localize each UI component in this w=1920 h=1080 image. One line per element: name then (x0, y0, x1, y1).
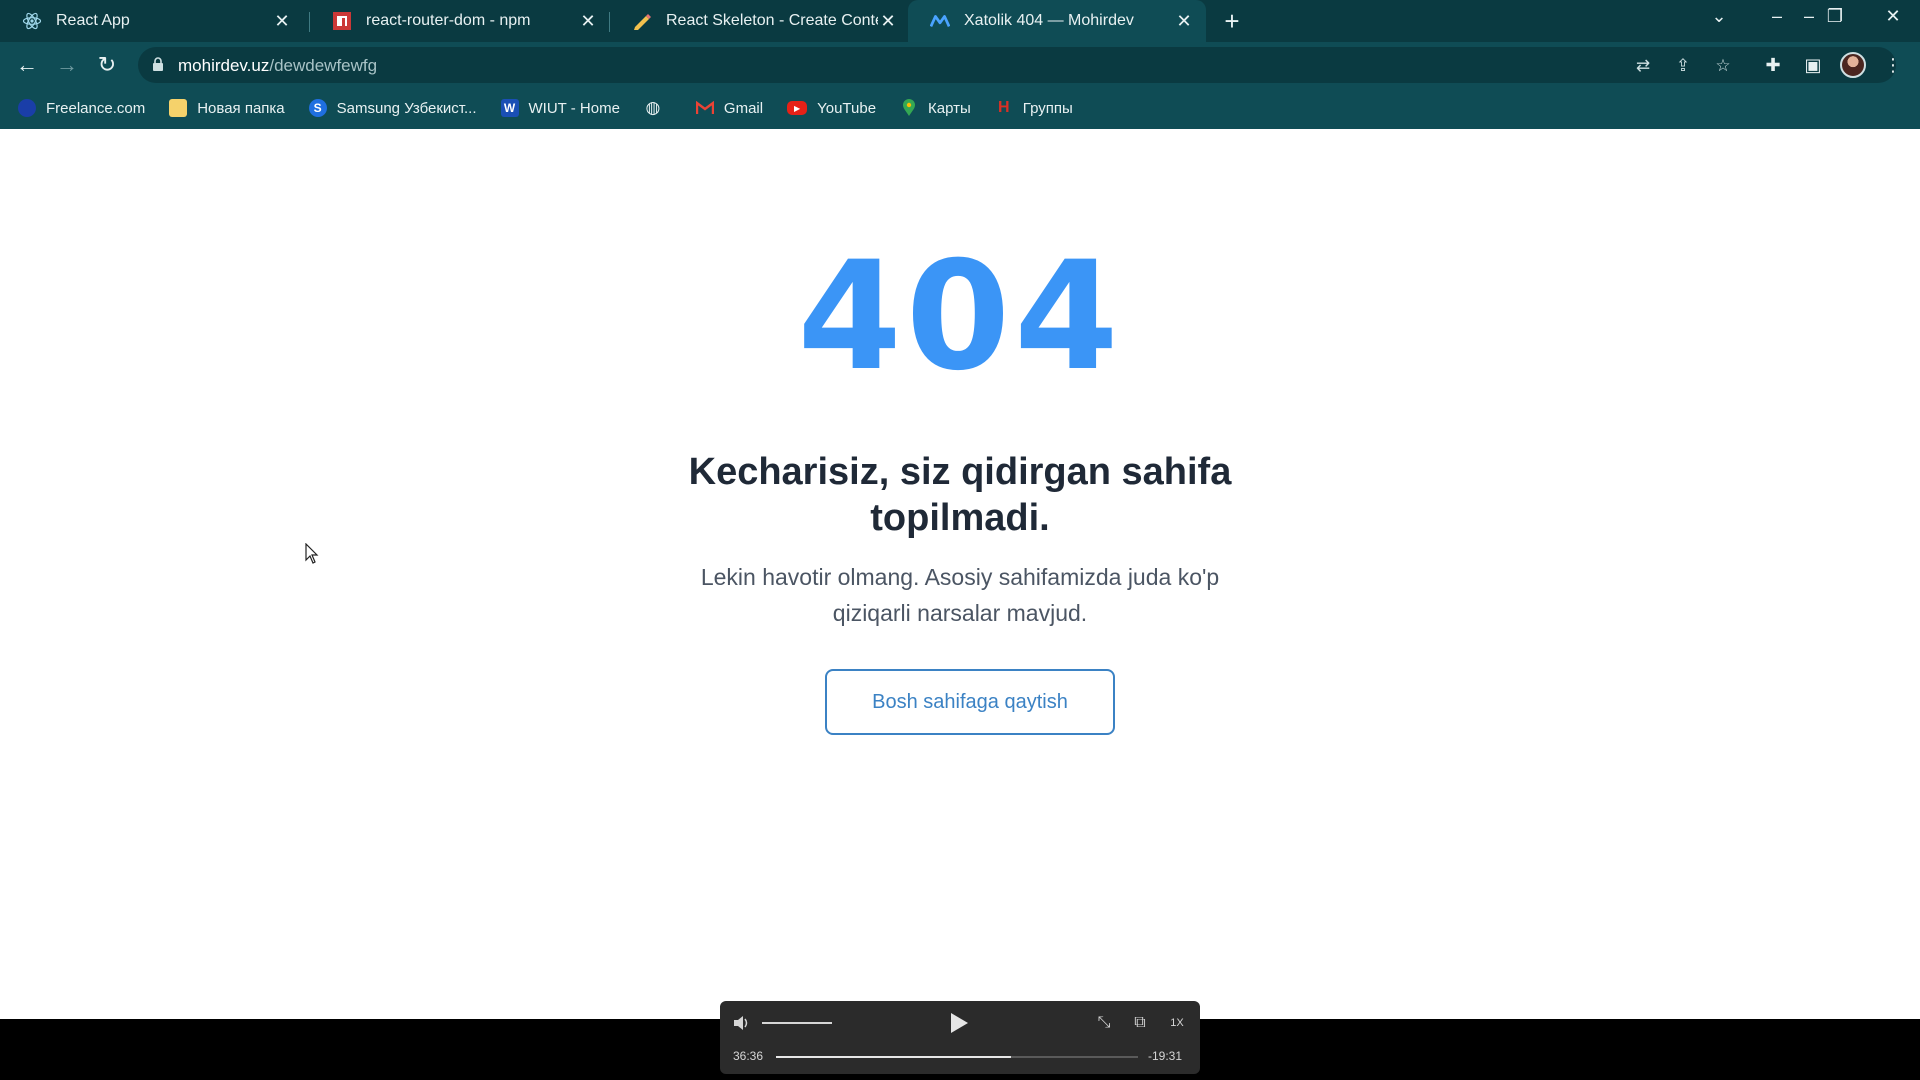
url-domain: mohirdev.uz (178, 56, 270, 75)
share-icon[interactable]: ⇪ (1672, 55, 1694, 77)
volume-slider[interactable] (762, 1022, 832, 1024)
npm-icon (332, 11, 352, 31)
side-panel-icon[interactable]: ▣ (1800, 52, 1826, 78)
wiut-icon: W (500, 99, 519, 117)
address-bar[interactable]: mohirdev.uz/dewdewfewfg ⇄ ⇪ ☆ (138, 47, 1896, 83)
close-icon[interactable]: ✕ (878, 11, 898, 31)
bookmark-gmail[interactable]: Gmail (695, 99, 764, 117)
bookmark-freelance[interactable]: Freelance.com (18, 99, 145, 117)
error-code: 404 (797, 230, 1123, 404)
tab-xatolik-404[interactable]: Xatolik 404 — Mohirdev ✕ (908, 0, 1206, 42)
bookmark-samsung[interactable]: S Samsung Узбекист... (308, 99, 477, 117)
tab-title: Xatolik 404 — Mohirdev (964, 12, 1134, 29)
bookmark-label: Карты (928, 99, 971, 117)
video-player-controls: ⤡ ⧉ 1X 36:36 -19:31 (720, 1001, 1200, 1074)
bookmark-youtube[interactable]: ▶ YouTube (787, 100, 876, 117)
back-arrow-icon[interactable]: ← (12, 50, 42, 80)
bookmark-wiut[interactable]: W WIUT - Home (500, 99, 620, 117)
playback-speed-icon[interactable]: 1X (1166, 1013, 1188, 1033)
bookmark-globe[interactable]: ◍ (644, 98, 672, 117)
minimize-video-icon[interactable]: ⤡ (1094, 1013, 1114, 1033)
bookmark-label: YouTube (817, 99, 877, 117)
pencil-icon (632, 11, 652, 31)
minimize-icon[interactable]: – (1762, 6, 1792, 27)
bookmarks-bar: Freelance.com Новая папка S Samsung Узбе… (0, 90, 1920, 126)
star-icon[interactable]: ☆ (1712, 55, 1734, 77)
volume-icon[interactable] (732, 1013, 752, 1033)
bookmark-label: Группы (1022, 99, 1073, 117)
url-text[interactable]: mohirdev.uz/dewdewfewfg (178, 56, 377, 76)
close-window-icon[interactable]: ✕ (1878, 6, 1908, 27)
new-tab-button[interactable]: + (1218, 8, 1246, 36)
tab-search-icon[interactable]: ⌄ (1704, 6, 1734, 27)
picture-in-picture-icon[interactable]: ⧉ (1130, 1013, 1150, 1033)
bookmark-label: Freelance.com (46, 99, 146, 117)
folder-icon (169, 99, 188, 117)
tab-react-app[interactable]: React App ✕ (0, 0, 304, 42)
samsung-icon: S (308, 99, 327, 117)
youtube-icon: ▶ (787, 101, 808, 115)
forward-arrow-icon[interactable]: → (52, 50, 82, 80)
reload-icon[interactable]: ↻ (92, 50, 122, 80)
tab-title: React App (56, 12, 130, 29)
bookmark-label: Samsung Узбекист... (336, 99, 477, 117)
play-icon[interactable] (946, 1010, 972, 1036)
remaining-time: -19:31 (1148, 1049, 1183, 1063)
page-content: 404 Kecharisiz, siz qidirgan sahifa topi… (0, 129, 1920, 1019)
close-icon[interactable]: ✕ (578, 11, 598, 31)
tab-title: react-router-dom - npm (366, 12, 531, 29)
gmail-icon (695, 99, 714, 117)
browser-toolbar: ← → ↻ mohirdev.uz/dewdewfewfg ⇄ ⇪ ☆ (0, 42, 1920, 88)
maps-icon (900, 99, 918, 117)
mohirdev-icon (930, 11, 950, 31)
menu-icon[interactable]: ⋮ (1880, 52, 1906, 78)
seek-progress (776, 1056, 1012, 1058)
url-path: /dewdewfewfg (269, 56, 378, 75)
bookmark-folder[interactable]: Новая папка (169, 99, 285, 117)
bookmark-label: Новая папка (197, 99, 285, 117)
freelance-icon (18, 99, 36, 117)
tab-react-skeleton[interactable]: React Skeleton - Create Content Loader ✕ (610, 0, 910, 42)
tab-title: React Skeleton - Create Content Loader (666, 12, 878, 29)
bookmark-label: Gmail (723, 99, 764, 117)
seek-bar[interactable] (776, 1056, 1138, 1058)
bookmark-maps[interactable]: Карты (900, 99, 971, 117)
globe-icon: ◍ (645, 98, 661, 117)
avatar[interactable] (1840, 52, 1866, 78)
page-subtitle: Lekin havotir olmang. Asosiy sahifamizda… (700, 564, 1220, 626)
lock-icon (153, 57, 163, 71)
elapsed-time: 36:36 (733, 1049, 764, 1063)
tab-strip: React App ✕ react-router-dom - npm ✕ Rea… (0, 0, 1920, 42)
extensions-icon[interactable]: ✚ (1760, 52, 1786, 78)
close-icon[interactable]: ✕ (272, 11, 292, 31)
bookmark-label: WIUT - Home (528, 99, 620, 117)
bookmark-groups[interactable]: H Группы (995, 99, 1073, 117)
close-icon[interactable]: ✕ (1174, 11, 1194, 31)
react-icon (22, 11, 42, 31)
tab-react-router-dom[interactable]: react-router-dom - npm ✕ (310, 0, 610, 42)
groups-icon: H (998, 99, 1010, 116)
restore-icon[interactable]: ❐ (1820, 6, 1850, 27)
browser-chrome: React App ✕ react-router-dom - npm ✕ Rea… (0, 0, 1920, 129)
back-home-button[interactable]: Bosh sahifaga qaytish (825, 669, 1115, 735)
page-title: Kecharisiz, siz qidirgan sahifa topilmad… (688, 451, 1232, 539)
translate-icon[interactable]: ⇄ (1632, 55, 1654, 77)
mouse-cursor-icon (305, 543, 319, 564)
